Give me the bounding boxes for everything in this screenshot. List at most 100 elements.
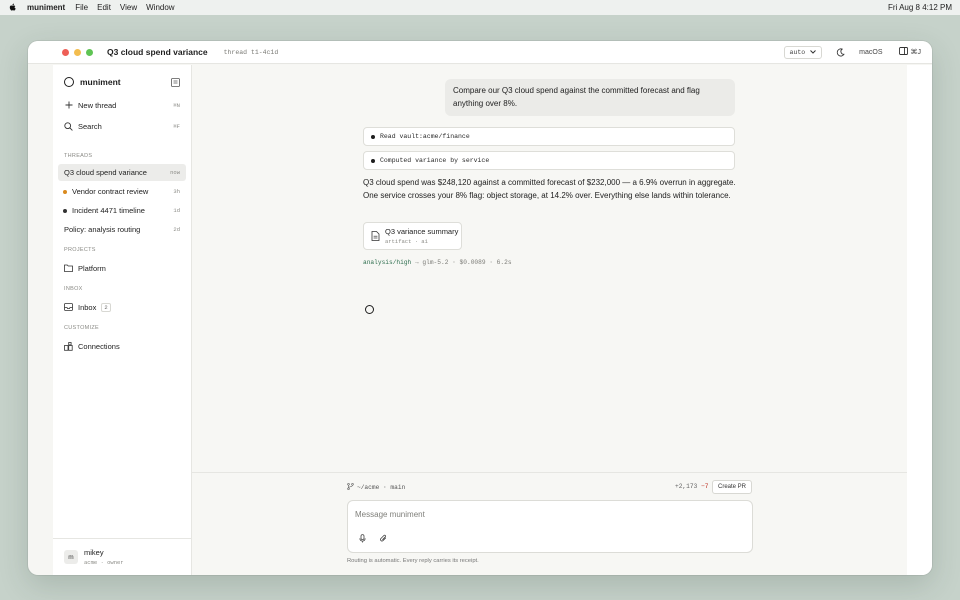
inbox-item[interactable]: Inbox 2 [64,300,180,314]
thread-item-policy-routing[interactable]: Policy: analysis routing 2d [58,221,186,238]
tool-call-label: Computed variance by service [380,157,490,164]
projects-section-label: PROJECTS [64,247,96,253]
window-controls [62,48,93,56]
status-dot [63,208,67,213]
thread-item-q3-cloud-spend[interactable]: Q3 cloud spend variance now [58,164,186,181]
user-profile[interactable]: m mikey acme · owner [53,538,191,575]
search-label: Search [78,121,102,131]
minimize-window-button[interactable] [74,48,81,56]
thread-age: 1d [173,207,180,214]
thread-label: Incident 4471 timeline [72,206,145,215]
thread-item-incident-4471[interactable]: Incident 4471 timeline 1d [58,202,186,219]
apple-icon[interactable] [8,3,17,12]
mode-select-value: auto [789,48,806,56]
connections-item[interactable]: Connections [64,339,180,353]
tool-call-bullet [371,134,375,139]
assistant-answer: Q3 cloud spend was $248,120 against a co… [363,178,736,200]
artifact-subtitle: artifact · a1 [385,238,428,245]
routing-tier: analysis/high [363,259,412,266]
create-pr-button[interactable]: Create PR [712,480,752,494]
window-title: Q3 cloud spend variance [107,47,208,57]
threads-section-label: THREADS [64,153,93,159]
repo-branch[interactable]: ~/acme · main [347,483,405,492]
new-thread-button[interactable]: New thread ⌘N [64,98,180,112]
user-name: mikey [84,548,104,557]
menu-bar: muniment File Edit View Window Fri Aug 8… [0,0,960,15]
user-org-role: acme · owner [84,559,124,566]
routing-details: → glm-5.2 · $0.0089 · 6.2s [411,259,512,266]
search-button[interactable]: Search ⌘F [64,119,180,133]
thread-label: Vendor contract review [72,187,149,196]
app-window: Q3 cloud spend variance thread t1-4c1d a… [28,41,932,575]
repo-branch-label: ~/acme · main [357,484,406,491]
title-bar: Q3 cloud spend variance thread t1-4c1d a… [28,41,932,64]
composer-footnote: Routing is automatic. Every reply carrie… [347,558,479,564]
thread-age: now [170,169,180,176]
artifact-title: Q3 variance summary [385,227,459,236]
message-composer[interactable]: Message muniment [347,500,753,553]
conversation-pane: Compare our Q3 cloud spend against the c… [192,65,907,575]
project-item-platform[interactable]: Platform [64,261,180,275]
composer-area: ~/acme · main +2,173 −7 Create PR Messag… [192,472,907,575]
thread-age: 2d [173,226,180,233]
inbox-count-badge: 2 [101,302,111,312]
branch-icon [347,483,354,492]
new-thread-shortcut: ⌘N [173,101,180,109]
microphone-icon[interactable] [358,534,367,543]
customize-section-label: CUSTOMIZE [64,325,99,331]
panel-icon [898,47,908,57]
avatar: m [64,550,78,564]
connections-label: Connections [78,341,120,351]
collapse-sidebar-icon[interactable] [171,77,180,87]
folder-icon [64,264,73,273]
artifact-card[interactable]: Q3 variance summary artifact · a1 [363,222,462,250]
diff-additions: +2,173 [675,483,698,490]
menu-view[interactable]: View [120,3,137,12]
right-rail [907,65,932,575]
diff-stat: +2,173 −7 [675,483,708,490]
inbox-section-label: INBOX [64,286,83,292]
attach-paperclip-icon[interactable] [379,534,388,543]
tool-call-label: Read vault:acme/finance [380,133,470,140]
routing-receipt: analysis/high → glm-5.2 · $0.0089 · 6.2s [363,259,512,266]
thread-age: 3h [173,188,180,195]
search-icon [64,121,73,131]
mode-select[interactable]: auto [783,45,823,59]
close-window-button[interactable] [62,48,69,56]
connections-icon [64,341,73,351]
inbox-icon [64,303,73,312]
thread-item-vendor-contract[interactable]: Vendor contract review 3h [58,183,186,200]
menubar-app-name[interactable]: muniment [27,3,65,12]
project-label: Platform [78,263,106,273]
panel-shortcut: ⌘J [910,49,922,56]
menubar-clock[interactable]: Fri Aug 8 4:12 PM [888,3,952,12]
thread-id: thread t1-4c1d [223,48,279,56]
message-input[interactable]: Message muniment [355,510,425,519]
thread-label: Policy: analysis routing [64,225,141,234]
status-dot [63,189,67,194]
chevron-down-icon [810,49,817,56]
menu-window[interactable]: Window [146,3,174,12]
menu-file[interactable]: File [75,3,88,12]
moon-icon[interactable] [836,47,845,57]
user-message: Compare our Q3 cloud spend against the c… [445,79,735,116]
inbox-label: Inbox [78,302,97,312]
loading-ring-icon [365,305,374,314]
sidebar: muniment New thread ⌘N Search ⌘F THREADS… [53,65,192,575]
menu-edit[interactable]: Edit [97,3,111,12]
brand-name: muniment [80,77,121,87]
os-label[interactable]: macOS [859,49,882,56]
search-shortcut: ⌘F [173,122,180,130]
document-icon [371,231,380,241]
tool-call-bullet [371,158,375,163]
thread-label: Q3 cloud spend variance [64,168,147,177]
plus-icon [64,101,73,110]
brand: muniment [64,75,180,89]
diff-deletions: −7 [701,483,709,490]
tool-call-read-vault[interactable]: Read vault:acme/finance [363,127,735,146]
new-thread-label: New thread [78,100,117,110]
toggle-panel-button[interactable]: ⌘J [898,47,922,57]
tool-call-variance[interactable]: Computed variance by service [363,151,735,170]
zoom-window-button[interactable] [86,48,93,56]
logo-ring-icon [64,77,74,87]
